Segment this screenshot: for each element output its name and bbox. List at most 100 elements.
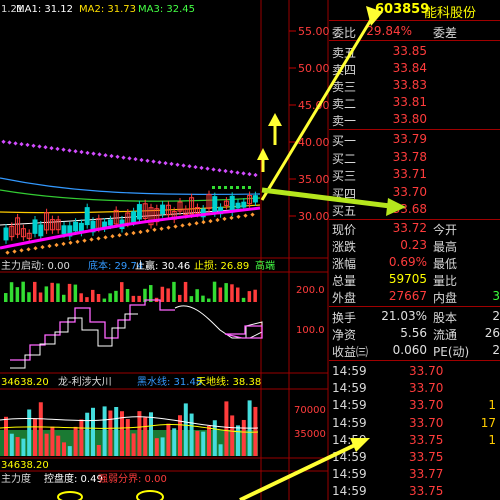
ask-price: 33.83 <box>392 78 427 92</box>
quote-value: 0.060 <box>392 343 427 357</box>
quote-label-2: 内盘 <box>433 291 458 305</box>
quote-value: 5.56 <box>400 326 427 340</box>
quote-value-2: 2 <box>492 343 500 357</box>
bid-label: 买二 <box>332 151 357 166</box>
ind2-axis-70000: 70000 <box>294 405 326 416</box>
bid-price: 33.79 <box>392 132 427 146</box>
price-axis-label: 30.00 <box>298 210 329 223</box>
weibi-value: 29.84% <box>366 24 412 38</box>
quote-value: 27667 <box>388 289 427 303</box>
ask-row[interactable]: 卖一 33.80 <box>329 112 500 128</box>
bid-row[interactable]: 买一 33.79 <box>329 132 500 148</box>
weicha-label: 委差 <box>433 26 458 40</box>
ind3-prefix: 34638.20 <box>1 460 49 471</box>
quote-row: 涨幅 0.69% 最低 <box>329 255 500 271</box>
tick-row: 14:59 33.75 <box>329 484 500 500</box>
ask-row[interactable]: 卖二 33.81 <box>329 95 500 111</box>
ind1-label3: 止损: 26.89 <box>194 259 249 272</box>
bid-label: 买四 <box>332 186 357 201</box>
quote-value: 59705 <box>388 272 427 286</box>
price-axis-label: 40.00 <box>298 136 329 149</box>
ask-price: 33.85 <box>392 44 427 58</box>
bid-price: 33.70 <box>392 184 427 199</box>
ask-row[interactable]: 卖四 33.84 <box>329 61 500 77</box>
quote-value-2: 2 <box>492 309 500 323</box>
ind2-name: 龙-利涉大川 <box>58 375 112 388</box>
tick-row: 14:59 33.70 <box>329 381 500 397</box>
quote-label-2: 流通 <box>433 328 458 342</box>
quote-value: 21.03% <box>381 309 427 323</box>
tick-volume: 17 <box>480 415 496 430</box>
tick-row: 14:59 33.75 <box>329 450 500 466</box>
quote-label: 涨幅 <box>332 257 357 271</box>
ask-row[interactable]: 卖五 33.85 <box>329 44 500 60</box>
ind1-axis-100: 100.0 <box>296 325 325 336</box>
indicator1-bars <box>4 281 257 302</box>
ind1-label2: 止赢: 30.46 <box>135 259 190 272</box>
ask-label: 卖三 <box>332 80 357 94</box>
tick-volume: 1 <box>488 398 496 413</box>
ind2-label1: 黑水线: 31.48 <box>137 375 202 388</box>
tick-price: 33.77 <box>409 467 444 482</box>
stock-header: 603859 能科股份 <box>329 2 500 21</box>
bid-label: 买三 <box>332 169 357 183</box>
tick-price: 33.70 <box>409 364 444 378</box>
tick-time: 14:59 <box>332 398 367 413</box>
quote-label-2: 今开 <box>433 223 458 237</box>
bid-price: 33.68 <box>392 202 427 216</box>
tick-volume: 1 <box>488 432 496 447</box>
kline-chart-area[interactable]: 1.21 MA1: 31.12 MA2: 31.73 MA3: 32.45 55… <box>0 0 329 500</box>
tick-row: 14:59 33.70 <box>329 364 500 380</box>
quote-label: 外盘 <box>332 291 357 305</box>
weibi-label: 委比 <box>332 26 357 40</box>
ind1-name: 主力启动: 0.00 <box>1 259 70 272</box>
quote-label: 净资 <box>332 328 357 342</box>
quote-value-2: 26 <box>484 326 500 340</box>
ind2-label2: 天地线: 38.38 <box>196 375 261 388</box>
ask-row[interactable]: 卖三 33.83 <box>329 78 500 94</box>
ask-label: 卖五 <box>332 46 357 60</box>
tick-price: 33.70 <box>409 415 444 430</box>
bid-price: 33.78 <box>392 149 427 164</box>
price-axis-label: 35.00 <box>298 173 329 186</box>
quote-row: 总量 59705 量比 <box>329 272 500 288</box>
quote-label-2: PE(动) <box>433 345 470 359</box>
tick-time: 14:59 <box>332 415 367 430</box>
tick-price: 33.75 <box>409 432 444 447</box>
ma1-label: MA1: 31.12 <box>16 4 73 15</box>
price-axis-label: 50.00 <box>298 62 329 75</box>
ask-price: 33.81 <box>392 95 427 109</box>
tick-time: 14:59 <box>332 467 367 482</box>
quote-value: 0.23 <box>400 238 427 252</box>
bid-row[interactable]: 买三 33.71 <box>329 167 500 183</box>
bid-row[interactable]: 买五 33.68 <box>329 202 500 218</box>
quote-label-2: 最高 <box>433 240 458 254</box>
upper-dotted-line <box>1 139 258 178</box>
quote-label: 换手 <box>332 311 357 325</box>
bid-price: 33.71 <box>392 167 427 181</box>
quote-row: 外盘 27667 内盘 3 <box>329 289 500 305</box>
quote-value: 0.69% <box>388 255 427 269</box>
ask-label: 卖四 <box>332 63 357 77</box>
quote-label: 收益㈢ <box>332 345 369 359</box>
quote-panel: 603859 能科股份 委比 29.84% 委差 卖五 33.85 卖四 33.84 卖… <box>329 0 500 500</box>
ind1-label4: 高端 <box>255 259 275 272</box>
quote-label-2: 量比 <box>433 274 458 288</box>
ind2-prefix: 34638.20 <box>1 377 49 388</box>
tick-row: 14:59 33.75 1 <box>329 433 500 449</box>
tick-time: 14:59 <box>332 450 367 464</box>
ind2-axis-35000: 35000 <box>294 429 326 440</box>
quote-label-2: 最低 <box>433 257 458 271</box>
ask-label: 卖一 <box>332 114 357 128</box>
tick-price: 33.75 <box>409 484 444 499</box>
tick-time: 14:59 <box>332 484 367 499</box>
stock-name: 能科股份 <box>424 6 477 21</box>
tick-row: 14:59 33.77 <box>329 467 500 483</box>
quote-row: 涨跌 0.23 最高 <box>329 238 500 254</box>
quote-value-2: 3 <box>492 289 500 303</box>
bid-row[interactable]: 买二 33.78 <box>329 150 500 166</box>
quote-row-2: 收益㈢ 0.060 PE(动) 2 <box>329 343 500 359</box>
ind3-name: 主力度 <box>1 472 31 485</box>
ind1-axis-200: 200.0 <box>296 285 325 296</box>
bid-row[interactable]: 买四 33.70 <box>329 185 500 201</box>
